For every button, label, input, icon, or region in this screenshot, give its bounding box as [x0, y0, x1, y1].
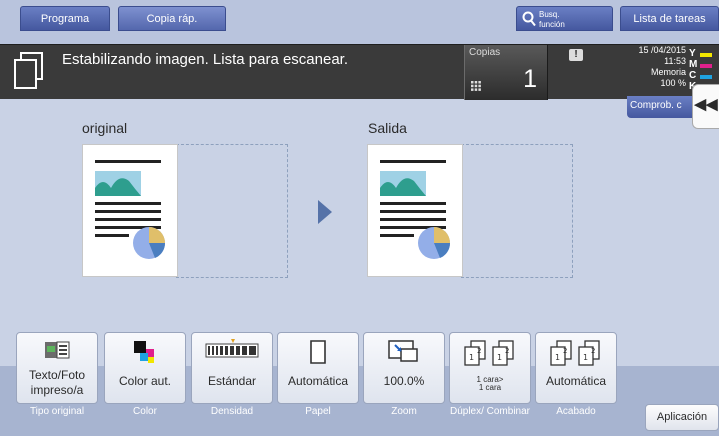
status-bar: Estabilizando imagen. Lista para escanea…	[0, 44, 719, 100]
svg-text:2: 2	[591, 347, 595, 355]
duplex-value: 1 cara> 1 cara	[450, 376, 530, 392]
page-content-graphic	[380, 160, 451, 259]
memory-value: 100 %	[660, 78, 686, 88]
duplex-caption: Dúplex/ Combinar	[449, 406, 531, 417]
density-caption: Densidad	[210, 406, 254, 417]
svg-text:1: 1	[555, 353, 560, 362]
original-area-outline	[176, 144, 288, 278]
color-caption: Color	[133, 406, 157, 417]
paper-value: Automática	[287, 374, 349, 388]
top-bar: Programa Copia ráp. Busq. función Lista …	[0, 0, 719, 44]
zoom-button[interactable]: 100.0%	[363, 332, 445, 404]
density-value: Estándar	[207, 374, 257, 388]
svg-text:2: 2	[505, 347, 509, 355]
paper-caption: Papel	[305, 406, 331, 417]
search-function-label-2: función	[539, 20, 565, 29]
finishing-button[interactable]: 1 2 1 2 Automática	[535, 332, 617, 404]
copies-value: 1	[523, 65, 537, 93]
warning-icon[interactable]: !	[569, 49, 583, 61]
double-chevron-left-icon: ◀◀	[694, 96, 718, 113]
duplex-value-line2: 1 cara	[478, 383, 502, 392]
zoom-caption: Zoom	[391, 406, 417, 417]
status-message: Estabilizando imagen. Lista para escanea…	[62, 51, 349, 68]
output-area-outline	[461, 144, 573, 278]
svg-text:2: 2	[477, 347, 481, 355]
color-icon	[134, 341, 154, 363]
duplex-icon: 1 2 1 2	[464, 340, 514, 366]
original-type-caption: Tipo original	[29, 406, 85, 417]
memory-label: Memoria	[650, 67, 686, 77]
arrow-right-icon	[318, 200, 332, 224]
output-page-preview	[367, 144, 463, 277]
color-button[interactable]: Color aut.	[104, 332, 186, 404]
svg-text:1: 1	[583, 353, 588, 362]
original-type-button[interactable]: Texto/Foto impreso/a	[16, 332, 98, 404]
search-function-label-1: Busq.	[539, 10, 560, 19]
search-function-button[interactable]: Busq. función	[516, 6, 613, 31]
finishing-value: Automática	[545, 374, 607, 388]
paper-icon	[310, 340, 326, 364]
tab-program[interactable]: Programa	[20, 6, 110, 31]
status-info: 15 /04/2015 11:53 Memoria 100 %	[638, 45, 686, 89]
finishing-caption: Acabado	[556, 406, 596, 417]
copies-counter[interactable]: Copias 1	[464, 45, 548, 100]
original-label: original	[82, 120, 128, 136]
original-type-icon	[45, 341, 70, 359]
application-button[interactable]: Aplicación	[645, 404, 719, 431]
document-icon	[14, 52, 43, 89]
svg-text:1: 1	[497, 353, 502, 362]
collapse-panel-button[interactable]: ◀◀	[692, 84, 719, 129]
finishing-icon: 1 2 1 2	[550, 340, 600, 366]
output-label: Salida	[368, 120, 407, 136]
density-icon	[205, 339, 259, 358]
paper-button[interactable]: Automática	[277, 332, 359, 404]
search-icon	[522, 11, 536, 27]
original-type-value: Texto/Foto impreso/a	[28, 368, 86, 397]
page-content-graphic	[95, 160, 166, 259]
color-value: Color aut.	[118, 374, 172, 388]
keypad-icon	[471, 81, 481, 91]
duplex-button[interactable]: 1 2 1 2 1 cara> 1 cara	[449, 332, 531, 404]
original-page-preview	[82, 144, 178, 277]
copies-label: Copias	[469, 47, 501, 58]
density-button[interactable]: Estándar	[191, 332, 273, 404]
status-date: 15 /04/2015	[638, 45, 686, 55]
zoom-icon	[388, 340, 418, 362]
status-time: 11:53	[664, 56, 686, 66]
svg-text:1: 1	[469, 353, 474, 362]
tab-quick-copy[interactable]: Copia ráp.	[118, 6, 226, 31]
svg-text:2: 2	[563, 347, 567, 355]
job-list-button[interactable]: Lista de tareas	[620, 6, 719, 31]
zoom-value: 100.0%	[383, 374, 425, 388]
